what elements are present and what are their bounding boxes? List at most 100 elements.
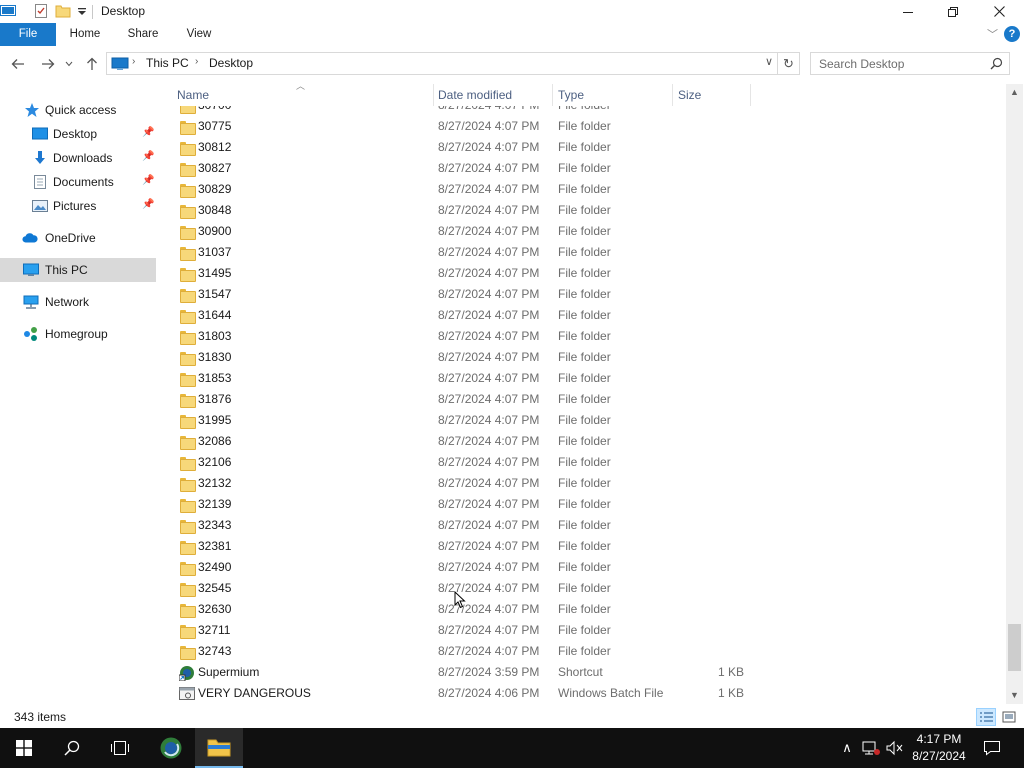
expand-ribbon-icon[interactable]: ﹀ xyxy=(987,26,998,42)
vertical-scrollbar[interactable]: ▲ ▼ xyxy=(1006,84,1023,704)
sidebar-item-label: Downloads xyxy=(53,151,113,165)
close-button[interactable] xyxy=(976,0,1022,23)
explorer-app-icon[interactable] xyxy=(0,3,16,19)
help-icon[interactable]: ? xyxy=(1004,26,1020,42)
start-button[interactable] xyxy=(0,728,48,768)
properties-icon[interactable] xyxy=(33,3,49,19)
file-row[interactable]: 32743 8/27/2024 4:07 PM File folder xyxy=(170,641,1006,662)
scroll-thumb[interactable] xyxy=(1008,624,1021,671)
file-row[interactable]: 31853 8/27/2024 4:07 PM File folder xyxy=(170,368,1006,389)
taskbar-file-explorer[interactable] xyxy=(195,728,243,768)
restore-button[interactable] xyxy=(930,0,976,23)
file-row[interactable]: 32630 8/27/2024 4:07 PM File folder xyxy=(170,599,1006,620)
column-divider[interactable] xyxy=(672,84,673,106)
tab-view[interactable]: View xyxy=(176,23,222,46)
file-row[interactable]: 31876 8/27/2024 4:07 PM File folder xyxy=(170,389,1006,410)
pin-icon[interactable]: 📌 xyxy=(142,151,154,162)
search-icon[interactable] xyxy=(990,57,1003,70)
column-name[interactable]: Name xyxy=(177,84,209,106)
address-bar[interactable]: › This PC › Desktop ∨ ↻ xyxy=(106,52,800,75)
sidebar-item-onedrive[interactable]: OneDrive xyxy=(0,226,156,250)
sidebar-item-network[interactable]: Network xyxy=(0,290,156,314)
large-icons-view-button[interactable] xyxy=(999,708,1019,726)
details-view-button[interactable] xyxy=(976,708,996,726)
file-row[interactable]: 30900 8/27/2024 4:07 PM File folder xyxy=(170,221,1006,242)
file-row[interactable]: 31995 8/27/2024 4:07 PM File folder xyxy=(170,410,1006,431)
file-row[interactable]: VERY DANGEROUS 8/27/2024 4:06 PM Windows B… xyxy=(170,683,1006,704)
sidebar-item-documents[interactable]: Documents 📌 xyxy=(0,170,156,194)
file-row[interactable]: 32343 8/27/2024 4:07 PM File folder xyxy=(170,515,1006,536)
new-folder-icon[interactable] xyxy=(55,3,71,19)
task-view-button[interactable] xyxy=(96,728,144,768)
up-button[interactable] xyxy=(82,54,102,74)
sidebar-item-desktop[interactable]: Desktop 📌 xyxy=(0,122,156,146)
column-divider[interactable] xyxy=(552,84,553,106)
forward-button[interactable] xyxy=(38,54,58,74)
scroll-down-icon[interactable]: ▼ xyxy=(1006,687,1023,704)
pin-icon[interactable]: 📌 xyxy=(142,199,154,210)
volume-icon[interactable] xyxy=(885,738,905,758)
file-row[interactable]: 32490 8/27/2024 4:07 PM File folder xyxy=(170,557,1006,578)
column-divider[interactable] xyxy=(750,84,751,106)
search-box[interactable]: Search Desktop xyxy=(810,52,1010,75)
tab-file[interactable]: File xyxy=(0,23,56,46)
file-row[interactable]: 32711 8/27/2024 4:07 PM File folder xyxy=(170,620,1006,641)
file-row[interactable]: 30775 8/27/2024 4:07 PM File folder xyxy=(170,116,1006,137)
sidebar-item-homegroup[interactable]: Homegroup xyxy=(0,322,156,346)
file-rows: 307008/27/2024 4:07 PMFile folder307758/… xyxy=(170,95,1006,704)
tab-share[interactable]: Share xyxy=(119,23,167,46)
customize-toolbar-icon[interactable] xyxy=(74,3,90,19)
file-row[interactable]: 31495 8/27/2024 4:07 PM File folder xyxy=(170,263,1006,284)
sidebar-item-quick-access[interactable]: Quick access xyxy=(0,98,156,122)
taskbar-browser[interactable] xyxy=(147,728,195,768)
search-taskbar-button[interactable] xyxy=(48,728,96,768)
column-divider[interactable] xyxy=(433,84,434,106)
show-hidden-icons-icon[interactable]: ∧ xyxy=(837,738,857,758)
breadcrumb-this-pc[interactable]: This PC xyxy=(146,56,189,70)
file-row[interactable]: 31830 8/27/2024 4:07 PM File folder xyxy=(170,347,1006,368)
file-row[interactable]: 32106 8/27/2024 4:07 PM File folder xyxy=(170,452,1006,473)
column-type[interactable]: Type xyxy=(558,84,584,106)
action-center-icon[interactable] xyxy=(982,738,1002,758)
breadcrumb-desktop[interactable]: Desktop xyxy=(209,56,253,70)
file-name: 31547 xyxy=(198,287,232,301)
pin-icon[interactable]: 📌 xyxy=(142,127,154,138)
scroll-up-icon[interactable]: ▲ xyxy=(1006,84,1023,101)
search-input[interactable]: Search Desktop xyxy=(819,57,904,71)
file-row[interactable]: 32381 8/27/2024 4:07 PM File folder xyxy=(170,536,1006,557)
file-row[interactable]: 32139 8/27/2024 4:07 PM File folder xyxy=(170,494,1006,515)
recent-locations-button[interactable] xyxy=(62,54,76,74)
status-bar: 343 items xyxy=(0,706,1024,728)
file-name: 30775 xyxy=(198,119,232,133)
sidebar-item-this-pc[interactable]: This PC xyxy=(0,258,156,282)
taskbar-clock[interactable]: 4:17 PM 8/27/2024 xyxy=(904,731,974,765)
tab-home[interactable]: Home xyxy=(61,23,109,46)
file-row[interactable]: 31644 8/27/2024 4:07 PM File folder xyxy=(170,305,1006,326)
file-row[interactable]: 30829 8/27/2024 4:07 PM File folder xyxy=(170,179,1006,200)
file-row[interactable]: 31037 8/27/2024 4:07 PM File folder xyxy=(170,242,1006,263)
column-date-modified[interactable]: Date modified xyxy=(438,84,512,106)
file-row[interactable]: 31547 8/27/2024 4:07 PM File folder xyxy=(170,284,1006,305)
file-date-modified: 8/27/2024 4:07 PM xyxy=(438,287,540,301)
file-row[interactable]: 32086 8/27/2024 4:07 PM File folder xyxy=(170,431,1006,452)
back-button[interactable] xyxy=(8,54,28,74)
file-row[interactable]: 30812 8/27/2024 4:07 PM File folder xyxy=(170,137,1006,158)
batch-file-icon xyxy=(179,686,195,701)
address-dropdown-icon[interactable]: ∨ xyxy=(765,55,773,68)
column-size[interactable]: Size xyxy=(678,84,701,106)
file-date-modified: 8/27/2024 4:07 PM xyxy=(438,560,540,574)
minimize-button[interactable] xyxy=(885,0,931,23)
refresh-icon[interactable]: ↻ xyxy=(777,53,799,74)
file-row[interactable]: Supermium 8/27/2024 3:59 PM Shortcut 1 KB xyxy=(170,662,1006,683)
file-date-modified: 8/27/2024 4:07 PM xyxy=(438,413,540,427)
file-row[interactable]: 32545 8/27/2024 4:07 PM File folder xyxy=(170,578,1006,599)
pin-icon[interactable]: 📌 xyxy=(142,175,154,186)
file-row[interactable]: 30848 8/27/2024 4:07 PM File folder xyxy=(170,200,1006,221)
network-status-icon[interactable] xyxy=(861,738,881,758)
file-row[interactable]: 30827 8/27/2024 4:07 PM File folder xyxy=(170,158,1006,179)
file-row[interactable]: 31803 8/27/2024 4:07 PM File folder xyxy=(170,326,1006,347)
sidebar-item-pictures[interactable]: Pictures 📌 xyxy=(0,194,156,218)
file-row[interactable]: 32132 8/27/2024 4:07 PM File folder xyxy=(170,473,1006,494)
sidebar-item-downloads[interactable]: Downloads 📌 xyxy=(0,146,156,170)
file-name: 32106 xyxy=(198,455,232,469)
